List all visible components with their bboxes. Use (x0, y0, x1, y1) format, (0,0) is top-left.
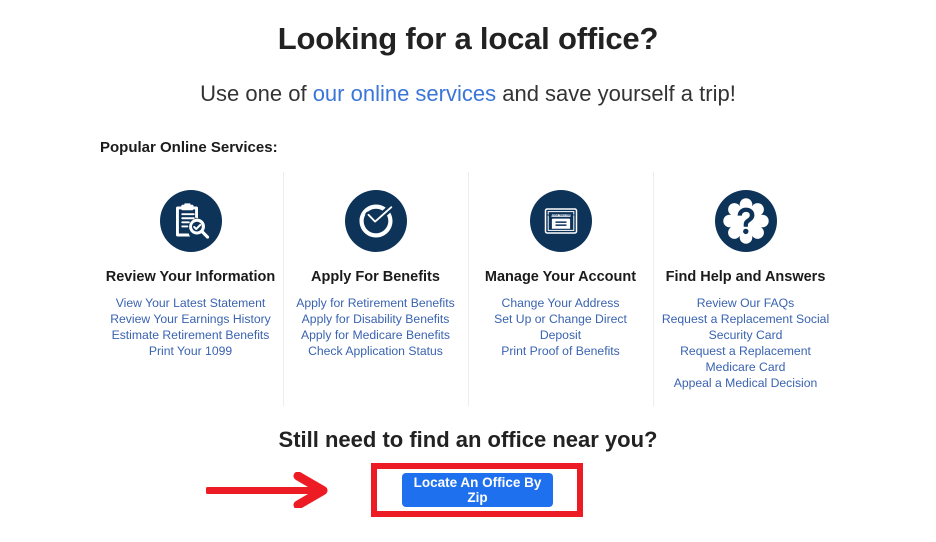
list-item: Change Your Address (474, 295, 647, 311)
question-mark-cloud-icon (714, 190, 777, 252)
service-icon-wrap (104, 172, 277, 254)
list-item: Apply for Disability Benefits (289, 311, 462, 327)
service-link-list: View Your Latest Statement Review Your E… (104, 286, 277, 359)
service-link[interactable]: Apply for Disability Benefits (289, 311, 462, 327)
subtitle-text-after: and save yourself a trip! (496, 81, 736, 106)
list-item: Print Your 1099 (104, 343, 277, 359)
service-column-find-help-and-answers: Find Help and Answers Review Our FAQs Re… (653, 172, 838, 406)
page-subtitle: Use one of our online services and save … (0, 59, 936, 109)
service-link[interactable]: Appeal a Medical Decision (659, 375, 832, 391)
clipboard-magnifier-icon (159, 190, 222, 252)
subtitle-text-before: Use one of (200, 81, 313, 106)
list-item: Review Your Earnings History (104, 311, 277, 327)
list-item: Estimate Retirement Benefits (104, 327, 277, 343)
service-icon-wrap (289, 172, 462, 254)
list-item: Review Our FAQs (659, 295, 832, 311)
list-item: Appeal a Medical Decision (659, 375, 832, 391)
service-link[interactable]: Request a Replacement Medicare Card (659, 343, 832, 375)
service-link-list: Change Your Address Set Up or Change Dir… (474, 286, 647, 359)
page-title: Looking for a local office? (277, 21, 659, 56)
service-title: Review Your Information (105, 269, 276, 285)
popular-services-grid: Review Your Information View Your Latest… (98, 172, 838, 406)
list-item: Request a Replacement Medicare Card (659, 343, 832, 375)
service-icon-wrap: SOCIAL SECURITY (474, 172, 647, 254)
service-link[interactable]: Change Your Address (474, 295, 647, 311)
service-column-manage-your-account: SOCIAL SECURITY Manage Your Account Chan… (468, 172, 653, 406)
list-item: Check Application Status (289, 343, 462, 359)
service-link[interactable]: Request a Replacement Social Security Ca… (659, 311, 832, 343)
service-title: Find Help and Answers (665, 269, 826, 285)
right-arrow-annotation (206, 472, 328, 508)
service-link[interactable]: Estimate Retirement Benefits (104, 327, 277, 343)
list-item: Set Up or Change Direct Deposit (474, 311, 647, 343)
service-link[interactable]: Set Up or Change Direct Deposit (474, 311, 647, 343)
service-link[interactable]: Review Our FAQs (659, 295, 832, 311)
list-item: Apply for Retirement Benefits (289, 295, 462, 311)
service-link-list: Apply for Retirement Benefits Apply for … (289, 286, 462, 359)
popular-services-label: Popular Online Services: (100, 139, 278, 156)
service-icon-wrap (659, 172, 832, 254)
service-link[interactable]: Review Your Earnings History (104, 311, 277, 327)
list-item: View Your Latest Statement (104, 295, 277, 311)
service-link[interactable]: Print Proof of Benefits (474, 343, 647, 359)
service-link[interactable]: View Your Latest Statement (104, 295, 277, 311)
service-title: Apply For Benefits (311, 269, 440, 285)
service-link[interactable]: Apply for Medicare Benefits (289, 327, 462, 343)
service-link[interactable]: Apply for Retirement Benefits (289, 295, 462, 311)
service-link[interactable]: Check Application Status (289, 343, 462, 359)
list-item: Request a Replacement Social Security Ca… (659, 311, 832, 343)
service-link-list: Review Our FAQs Request a Replacement So… (659, 286, 832, 391)
service-column-review-your-information: Review Your Information View Your Latest… (98, 172, 283, 406)
service-link[interactable]: Print Your 1099 (104, 343, 277, 359)
cta-heading: Still need to find an office near you? (278, 427, 658, 452)
check-circle-icon (344, 190, 407, 252)
service-title: Manage Your Account (484, 269, 637, 285)
social-security-card-icon: SOCIAL SECURITY (529, 190, 592, 252)
list-item: Print Proof of Benefits (474, 343, 647, 359)
service-column-apply-for-benefits: Apply For Benefits Apply for Retirement … (283, 172, 468, 406)
locate-office-by-zip-button[interactable]: Locate An Office By Zip (402, 473, 553, 507)
online-services-link[interactable]: our online services (313, 81, 496, 106)
page-root: Looking for a local office? Use one of o… (0, 0, 936, 542)
svg-text:SOCIAL SECURITY: SOCIAL SECURITY (546, 213, 575, 217)
list-item: Apply for Medicare Benefits (289, 327, 462, 343)
